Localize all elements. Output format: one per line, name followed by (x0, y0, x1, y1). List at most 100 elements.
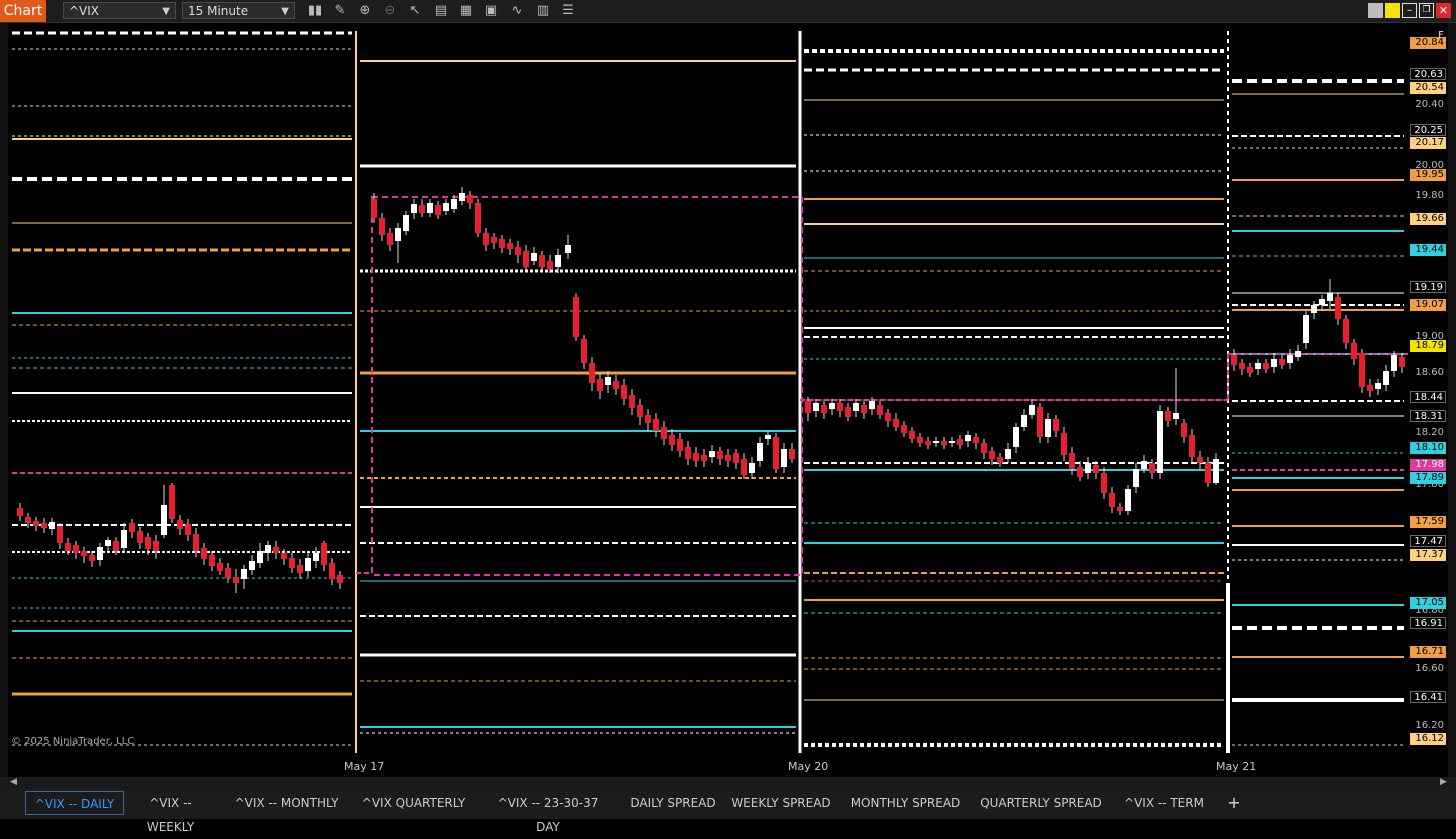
zoom-out-icon[interactable]: ⊖ (381, 2, 399, 20)
candle-body (1013, 427, 1019, 447)
instrument-selector[interactable]: ^VIX ▼ (63, 2, 176, 19)
tab-vix-weekly[interactable]: ^VIX -- WEEKLY (124, 791, 217, 834)
price-level-label: 20.25 (1410, 124, 1446, 136)
candle-body (241, 569, 247, 579)
price-level-label: 16.91 (1410, 617, 1446, 629)
candle-body (233, 577, 239, 583)
candle-body (1165, 411, 1171, 421)
tab-quarterly-spread[interactable]: QUARTERLY SPREAD (978, 791, 1104, 815)
price-tick: 16.60 (1415, 663, 1444, 674)
time-axis[interactable]: May 17 May 20 May 21 (8, 753, 1408, 777)
candle-body (1327, 293, 1333, 301)
indicators-icon[interactable]: ∿ (508, 2, 526, 20)
candle-body (217, 563, 223, 571)
candle-body (581, 339, 587, 363)
candle-body (1077, 467, 1083, 477)
candle-body (589, 363, 595, 383)
price-level-label: 19.66 (1410, 213, 1446, 225)
tab-vix-term[interactable]: ^VIX -- TERM (1120, 791, 1208, 815)
yellow-link-button[interactable] (1385, 3, 1400, 18)
price-axis[interactable]: 20.6020.4020.0019.8019.0018.6018.2017.80… (1408, 23, 1448, 753)
candle-body (709, 451, 715, 457)
candle-body (137, 531, 143, 543)
candle-body (837, 403, 843, 411)
tab-daily-spread[interactable]: DAILY SPREAD (628, 791, 718, 815)
candle-body (573, 297, 579, 337)
candle-body (1181, 423, 1187, 437)
candle-body (289, 558, 295, 568)
candle-body (565, 245, 571, 253)
candle-body (121, 530, 127, 548)
candle-body (597, 379, 603, 391)
candle-body (925, 441, 931, 445)
bar-type-icon[interactable]: ▮▮ (306, 2, 324, 20)
minimize-icon[interactable]: – (1402, 3, 1417, 18)
chart-menu-button[interactable]: Chart (0, 0, 46, 22)
candle-body (515, 247, 521, 255)
horizontal-scrollbar[interactable]: ◀ ▶ (0, 777, 1456, 789)
scroll-right-icon[interactable]: ▶ (1440, 777, 1447, 787)
pointer-icon[interactable]: ↖ (406, 2, 424, 20)
interval-selector[interactable]: 15 Minute ▼ (182, 2, 295, 19)
restore-icon[interactable]: ❐ (1419, 3, 1434, 18)
candle-body (169, 485, 175, 519)
candle-body (201, 548, 207, 559)
gray-link-button[interactable] (1368, 3, 1383, 18)
candle-body (1263, 363, 1269, 369)
candle-body (1157, 411, 1163, 473)
candle-body (81, 551, 87, 556)
properties-icon[interactable]: ▣ (482, 2, 500, 20)
candle-body (57, 526, 63, 543)
tab-vix-daily[interactable]: ^VIX -- DAILY (25, 791, 124, 815)
tab-weekly-spread[interactable]: WEEKLY SPREAD (731, 791, 831, 815)
zoom-in-icon[interactable]: ⊕ (356, 2, 374, 20)
data-box-icon[interactable]: ▤ (432, 2, 450, 20)
candle-body (829, 403, 835, 409)
tab-vix-monthly[interactable]: ^VIX -- MONTHLY (231, 791, 342, 815)
tab-monthly-spread[interactable]: MONTHLY SPREAD (847, 791, 964, 815)
price-level-label: 17.47 (1410, 535, 1446, 547)
candle-body (933, 441, 939, 443)
price-level-label: 18.10 (1410, 442, 1446, 454)
draw-tool-icon[interactable]: ✎ (331, 2, 349, 20)
price-level-label: 17.98 (1410, 459, 1446, 471)
candle-body (491, 237, 497, 243)
price-level-label: 17.89 (1410, 472, 1446, 484)
price-level-label: 16.71 (1410, 646, 1446, 658)
template-icon[interactable]: ▦ (457, 2, 475, 20)
candle-body (1399, 357, 1405, 367)
candle-body (153, 541, 159, 551)
price-tick: 18.60 (1415, 367, 1444, 378)
candle-body (225, 568, 231, 578)
candle-body (885, 413, 891, 421)
close-icon[interactable]: ✕ (1436, 3, 1451, 18)
candle-body (949, 441, 955, 443)
price-chart-panel[interactable] (8, 23, 1408, 753)
list-icon[interactable]: ☰ (559, 2, 577, 20)
candle-body (1271, 359, 1277, 367)
candle-body (435, 205, 441, 215)
candle-body (145, 537, 151, 549)
chart-corner-f-button[interactable]: F (1435, 30, 1447, 42)
candle-body (1247, 367, 1253, 373)
candle-body (917, 437, 923, 443)
add-tab-button[interactable]: + (1222, 791, 1246, 815)
candle-body (1391, 355, 1397, 371)
candle-body (1213, 459, 1219, 483)
candle-body (507, 243, 513, 249)
candle-body (981, 443, 987, 453)
strategies-icon[interactable]: ▥ (534, 2, 552, 20)
scroll-left-icon[interactable]: ◀ (10, 777, 17, 787)
candle-body (677, 439, 683, 451)
candle-body (701, 455, 707, 461)
candle-body (1319, 299, 1325, 305)
tab-vix-23-30-37-day[interactable]: ^VIX -- 23-30-37 DAY (484, 791, 612, 834)
candle-body (997, 457, 1003, 463)
candle-body (1029, 405, 1035, 415)
candle-body (1093, 465, 1099, 473)
tab-vix-quarterly[interactable]: ^VIX QUARTERLY (360, 791, 467, 815)
candle-body (901, 425, 907, 433)
candle-body (177, 520, 183, 529)
candle-body (523, 251, 529, 267)
candle-body (281, 553, 287, 559)
